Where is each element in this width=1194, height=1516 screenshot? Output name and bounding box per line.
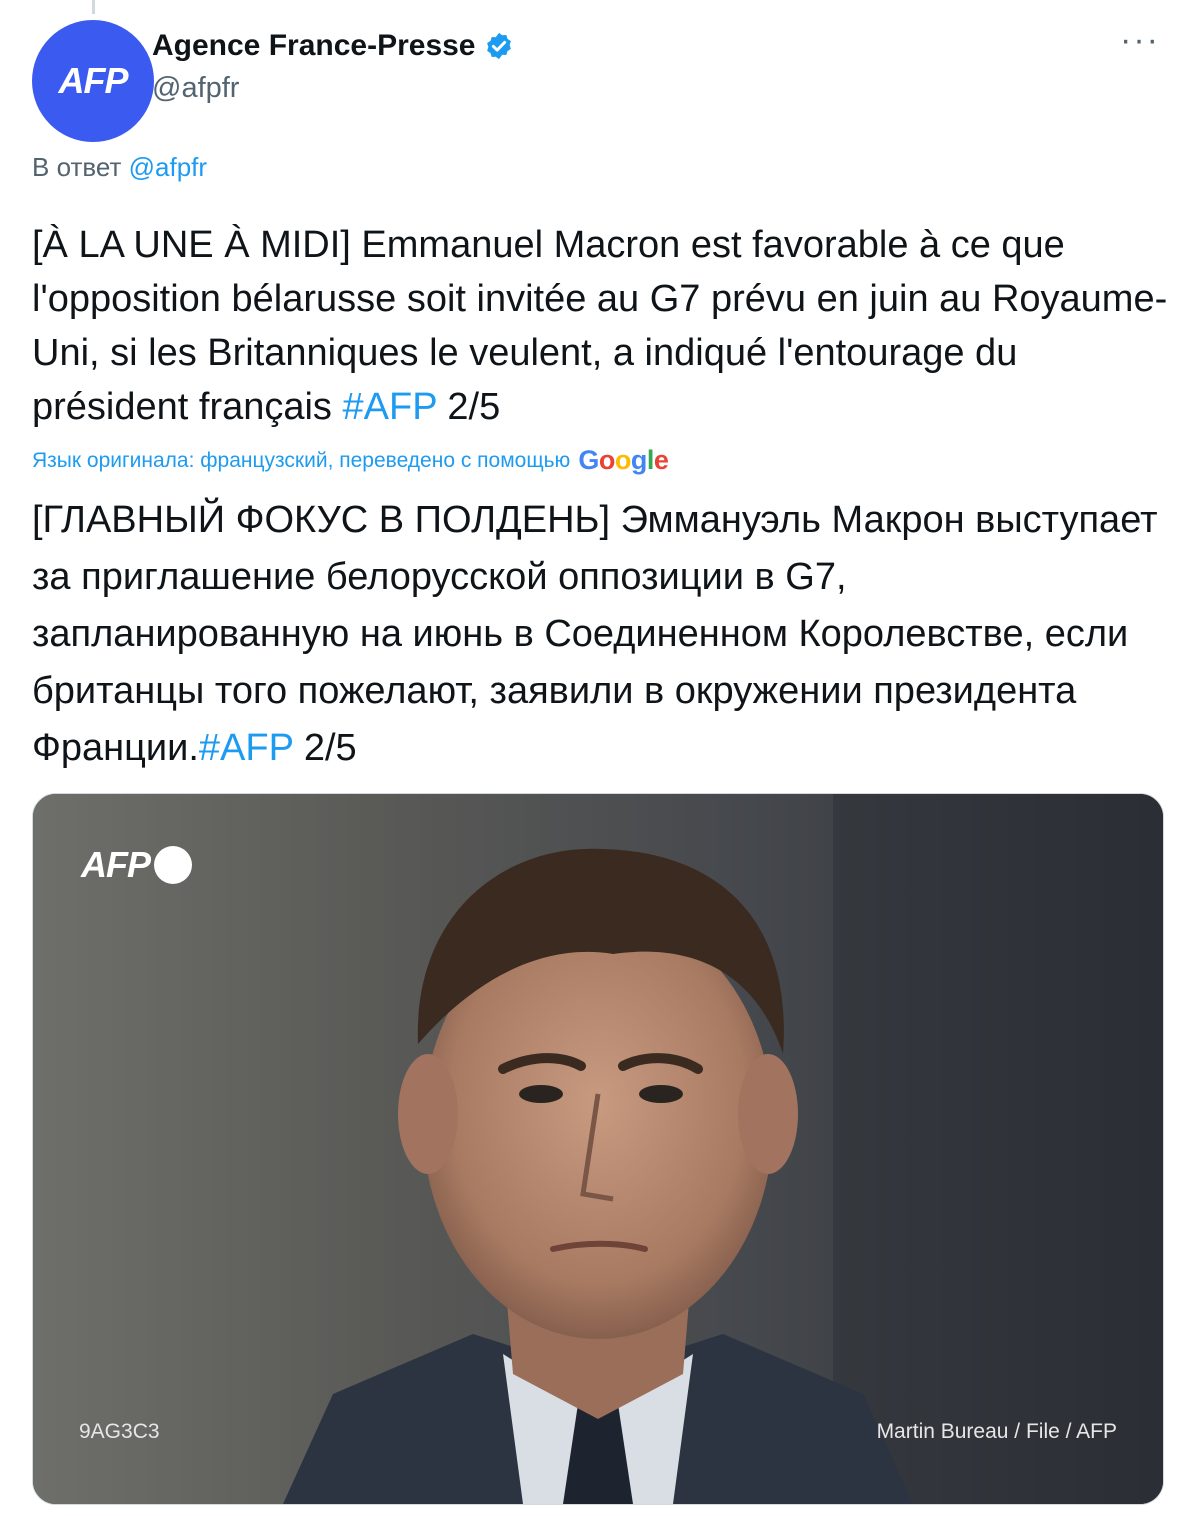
translation-label: Язык оригинала: французский, переведено …	[32, 448, 571, 472]
photo-id: 9AG3C3	[79, 1420, 160, 1443]
hashtag-link[interactable]: #AFP	[343, 386, 437, 428]
tweet-body: [À LA UNE À MIDI] Emmanuel Macron est fa…	[32, 224, 1168, 428]
reply-prefix: В ответ	[32, 152, 122, 182]
author-handle[interactable]: @afpfr	[152, 72, 514, 105]
reply-mention-link[interactable]: @afpfr	[129, 152, 207, 182]
thread-connector-line	[92, 0, 95, 14]
photo-credit: Martin Bureau / File / AFP	[876, 1420, 1117, 1443]
tweet-suffix: 2/5	[436, 386, 501, 428]
avatar-label: AFP	[58, 60, 129, 101]
author-block: Agence France-Presse @afpfr	[152, 26, 514, 105]
author-name[interactable]: Agence France-Presse	[152, 29, 476, 63]
verified-badge-icon	[486, 32, 511, 60]
avatar[interactable]: AFP	[32, 20, 154, 142]
translated-hashtag-link[interactable]: #AFP	[199, 727, 293, 769]
tweet-photo[interactable]: AFP 9AG3C3 Martin Bureau / File / AFP	[32, 793, 1164, 1505]
afp-watermark-dot-icon	[154, 846, 192, 884]
reply-context: В ответ @afpfr	[32, 152, 207, 183]
translated-text: [ГЛАВНЫЙ ФОКУС В ПОЛДЕНЬ] Эммануэль Макр…	[32, 492, 1172, 777]
afp-watermark-text: AFP	[81, 844, 151, 885]
translation-attribution[interactable]: Язык оригинала: французский, переведено …	[32, 445, 669, 476]
afp-watermark-logo: AFP	[81, 844, 192, 886]
portrait-photo	[33, 794, 1163, 1504]
author-name-row: Agence France-Presse	[152, 26, 514, 66]
google-logo: Google	[578, 445, 669, 475]
more-options-icon[interactable]: ···	[1120, 23, 1160, 57]
tweet-text: [À LA UNE À MIDI] Emmanuel Macron est fa…	[32, 218, 1172, 434]
translated-suffix: 2/5	[293, 727, 357, 769]
